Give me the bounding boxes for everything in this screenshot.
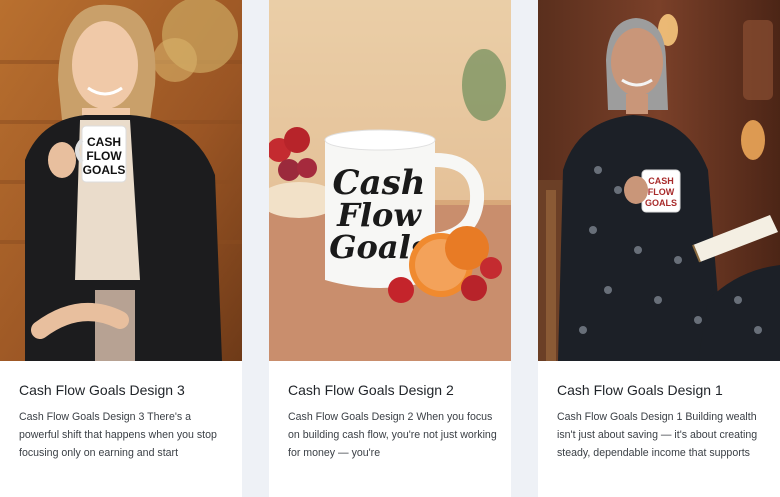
card-title[interactable]: Cash Flow Goals Design 1 [557, 382, 723, 398]
product-card[interactable]: CASH FLOW GOALS Cash Flow Goals Design 1… [538, 0, 780, 497]
card-excerpt: Cash Flow Goals Design 2 When you focus … [288, 411, 497, 459]
woman-holding-mug-photo: CASH FLOW GOALS [0, 0, 242, 361]
card-excerpt: Cash Flow Goals Design 3 There's a power… [19, 411, 217, 459]
card-title[interactable]: Cash Flow Goals Design 2 [288, 382, 454, 398]
older-woman-with-mug-photo: CASH FLOW GOALS [538, 0, 780, 361]
card-excerpt: Cash Flow Goals Design 1 Building wealth… [557, 411, 758, 459]
mug-line-2: FLOW [86, 149, 122, 163]
card-image[interactable]: CASH FLOW GOALS [0, 0, 242, 361]
card-title[interactable]: Cash Flow Goals Design 3 [19, 382, 185, 398]
mug-line-3: GOALS [83, 163, 126, 177]
product-card[interactable]: Cash Flow Goals Cash Flow Goals Design 2… [269, 0, 511, 497]
card-image[interactable]: Cash Flow Goals [269, 0, 511, 361]
product-card[interactable]: CASH FLOW GOALS Cash Flow Goals Design 3… [0, 0, 242, 497]
mug-line-1: CASH [648, 176, 674, 186]
mug-with-fruit-photo: Cash Flow Goals [269, 0, 511, 361]
card-image[interactable]: CASH FLOW GOALS [538, 0, 780, 361]
mug-line-1: CASH [87, 135, 121, 149]
mug-line-2: FLOW [648, 187, 675, 197]
mug-line-3: GOALS [645, 198, 677, 208]
